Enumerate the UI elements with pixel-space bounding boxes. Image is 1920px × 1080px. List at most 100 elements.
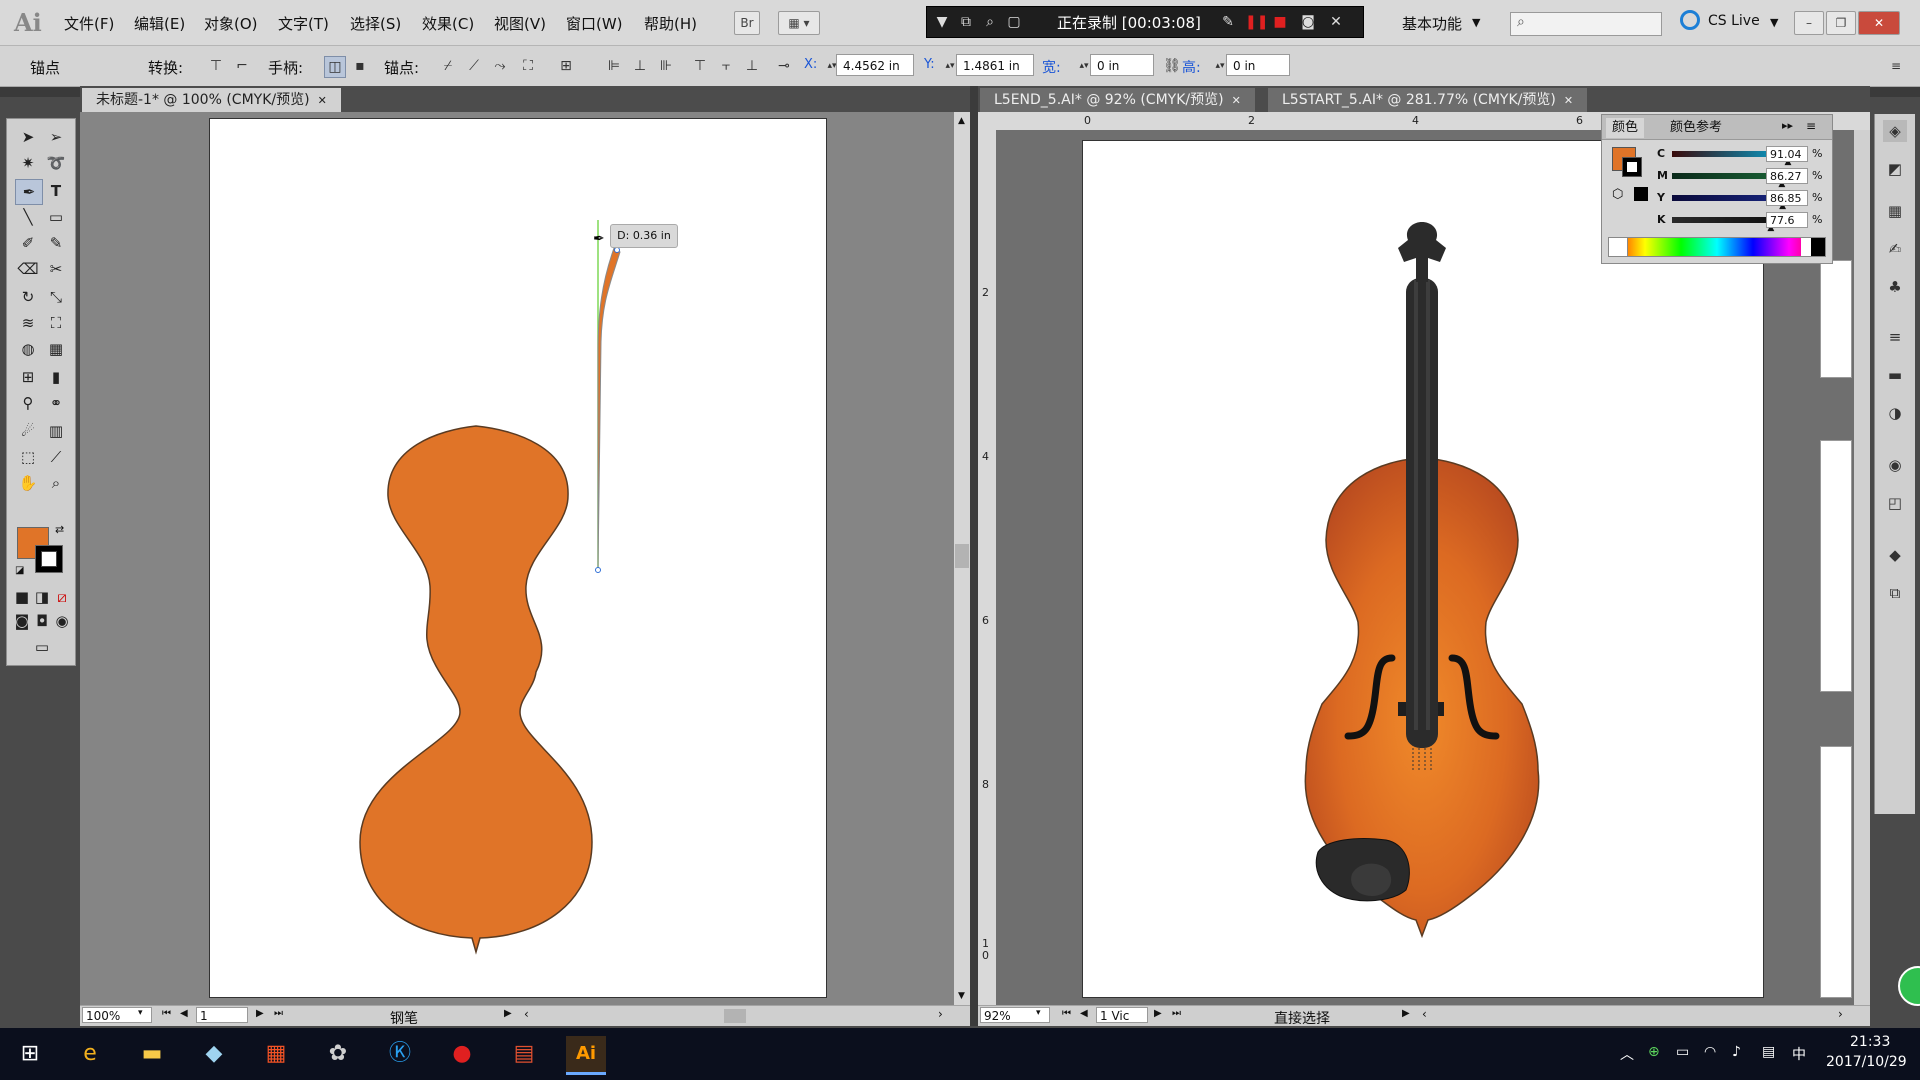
tab-untitled[interactable]: 未标题-1* @ 100% (CMYK/预览) ✕ [82, 88, 341, 112]
scissors-icon[interactable]: ✂ [43, 257, 69, 281]
mesh-tool-icon[interactable]: ⊞ [15, 365, 41, 389]
recorder-icon[interactable]: ● [442, 1036, 482, 1072]
line-tool-icon[interactable]: ╲ [15, 205, 41, 229]
window-icon[interactable]: ⧉ [957, 13, 975, 31]
battery-icon[interactable]: ▭ [1676, 1044, 1689, 1060]
menu-effect[interactable]: 效果(C) [422, 13, 474, 34]
default-colors-icon[interactable]: ◪ [15, 565, 24, 576]
width-field[interactable]: 0 in [1090, 54, 1154, 76]
align-left-icon[interactable]: ⊫ [604, 56, 624, 76]
draw-normal-icon[interactable]: ◙ [13, 609, 31, 633]
stop-icon[interactable]: ■ [1271, 13, 1289, 31]
menu-edit[interactable]: 编辑(E) [134, 13, 185, 34]
appearance-icon[interactable]: ◉ [1883, 454, 1907, 476]
pencil-icon[interactable]: ✎ [43, 231, 69, 255]
lasso-icon[interactable]: ➰ [43, 151, 69, 175]
panel-menu-icon[interactable]: ≡ [1806, 119, 1816, 133]
swatches-icon[interactable]: ▦ [1883, 200, 1907, 222]
wifi-icon[interactable]: ◠ [1704, 1044, 1716, 1060]
arrange-documents-button[interactable]: ▦ ▾ [778, 11, 820, 35]
type-tool-icon[interactable]: T [43, 179, 69, 203]
bridge-button[interactable]: Br [734, 11, 760, 35]
clock-date[interactable]: 2017/10/29 [1826, 1054, 1907, 1070]
search-input[interactable]: ⌕ [1510, 12, 1662, 36]
slider-y[interactable]: Y ▲ 86.85 % [1602, 189, 1832, 211]
left-vertical-scrollbar[interactable]: ▲ ▼ [954, 112, 970, 1005]
stroke-swatch[interactable] [35, 545, 63, 573]
page-field[interactable]: 1 Vic [1096, 1007, 1148, 1023]
eraser-icon[interactable]: ⌫ [15, 257, 41, 281]
isolate-icon[interactable]: ⛶ [518, 56, 538, 76]
align-bottom-icon[interactable]: ⊥ [742, 56, 762, 76]
color-spectrum[interactable] [1608, 237, 1826, 257]
shape-builder-icon[interactable]: ◍ [15, 337, 41, 361]
tab-l5start[interactable]: L5START_5.AI* @ 281.77% (CMYK/预览) ✕ [1268, 88, 1588, 112]
ime-indicator[interactable]: 中 [1792, 1044, 1806, 1064]
kugou-icon[interactable]: Ⓚ [380, 1036, 420, 1072]
layers-icon[interactable]: ◆ [1883, 544, 1907, 566]
artboards-icon[interactable]: ⧉ [1883, 582, 1907, 604]
menu-help[interactable]: 帮助(H) [644, 13, 697, 34]
none-mode-icon[interactable]: ⧄ [53, 585, 71, 609]
start-icon[interactable]: ⊞ [10, 1036, 50, 1072]
close-icon[interactable]: ✕ [1327, 13, 1345, 31]
color-guide-icon[interactable]: ◩ [1883, 158, 1907, 180]
eyedropper-icon[interactable]: ⚲ [15, 391, 41, 415]
file-explorer-icon[interactable]: ▬ [132, 1036, 172, 1072]
hand-tool-icon[interactable]: ✋ [15, 471, 41, 495]
height-field[interactable]: 0 in [1226, 54, 1290, 76]
last-page-icon[interactable]: ⏭ [1172, 1008, 1181, 1019]
magic-wand-icon[interactable]: ✷ [15, 151, 41, 175]
notification-icon[interactable]: ▤ [1762, 1044, 1775, 1060]
draw-behind-icon[interactable]: ◘ [33, 609, 51, 633]
artboard-tool-icon[interactable]: ⬚ [15, 445, 41, 469]
next-page-icon[interactable]: ▶ [256, 1008, 264, 1019]
cs-live-menu[interactable]: CS Live [1708, 13, 1760, 29]
zoom-tool-icon[interactable]: ⌕ [43, 471, 69, 495]
panel-menu-icon[interactable]: ≡ [1886, 56, 1906, 76]
camera-icon[interactable]: ◙ [1299, 13, 1317, 31]
transparency-icon[interactable]: ◑ [1883, 402, 1907, 424]
panel-collapse-icon[interactable]: ▸▸ [1782, 119, 1793, 132]
slider-k[interactable]: K ▲ 77.6 % [1602, 211, 1832, 233]
scroll-left-icon[interactable]: ‹ [1422, 1007, 1427, 1021]
tab-color-guide[interactable]: 颜色参考 [1664, 118, 1728, 138]
pane-divider[interactable] [970, 86, 978, 1026]
workspace-switcher[interactable]: 基本功能 [1402, 13, 1462, 34]
scale-tool-icon[interactable]: ⤡ [43, 285, 69, 309]
color-panel-icon[interactable]: ◈ [1883, 120, 1907, 142]
remove-anchor-icon[interactable]: ⌿ [438, 56, 458, 76]
menu-select[interactable]: 选择(S) [350, 13, 401, 34]
scroll-left-icon[interactable]: ‹ [524, 1007, 529, 1021]
link-icon[interactable]: ⛓ [1162, 56, 1182, 76]
slider-c[interactable]: C ▲ 91.04 % [1602, 145, 1832, 167]
pen-icon[interactable]: ✎ [1219, 13, 1237, 31]
security-icon[interactable]: ⊕ [1648, 1044, 1660, 1060]
scroll-right-icon[interactable]: › [938, 1007, 943, 1021]
tab-l5end[interactable]: L5END_5.AI* @ 92% (CMYK/预览) ✕ [980, 88, 1255, 112]
close-icon[interactable]: ✕ [1232, 94, 1241, 107]
gradient-tool-icon[interactable]: ▮ [43, 365, 69, 389]
paintbrush-icon[interactable]: ✐ [15, 231, 41, 255]
align-menu-icon[interactable]: ⊞ [556, 56, 576, 76]
color-mode-icon[interactable]: ■ [13, 585, 31, 609]
menu-type[interactable]: 文字(T) [278, 13, 329, 34]
rotate-tool-icon[interactable]: ↻ [15, 285, 41, 309]
prev-page-icon[interactable]: ◀ [1080, 1008, 1088, 1019]
current-tool-status[interactable]: 钢笔 [390, 1008, 418, 1028]
convert-corner-icon[interactable]: ⊤ [206, 56, 226, 76]
pause-icon[interactable]: ❚❚ [1245, 13, 1268, 31]
store-icon[interactable]: ▦ [256, 1036, 296, 1072]
floating-badge-icon[interactable] [1898, 966, 1920, 1006]
reference-point-icon[interactable]: ⊸ [774, 56, 794, 76]
volume-icon[interactable]: ♪ [1732, 1044, 1741, 1060]
slider-m[interactable]: M ▲ 86.27 % [1602, 167, 1832, 189]
first-page-icon[interactable]: ⏮ [1062, 1008, 1071, 1019]
close-icon[interactable]: ✕ [1564, 94, 1573, 107]
gradient-icon[interactable]: ▬ [1883, 364, 1907, 386]
brushes-icon[interactable]: ✍ [1883, 238, 1907, 260]
pen-tool-icon[interactable]: ✒ [15, 179, 43, 205]
direct-selection-tool-icon[interactable]: ➢ [43, 125, 69, 149]
illustrator-taskbar-icon[interactable]: Ai [566, 1036, 606, 1075]
align-center-icon[interactable]: ⊥ [630, 56, 650, 76]
